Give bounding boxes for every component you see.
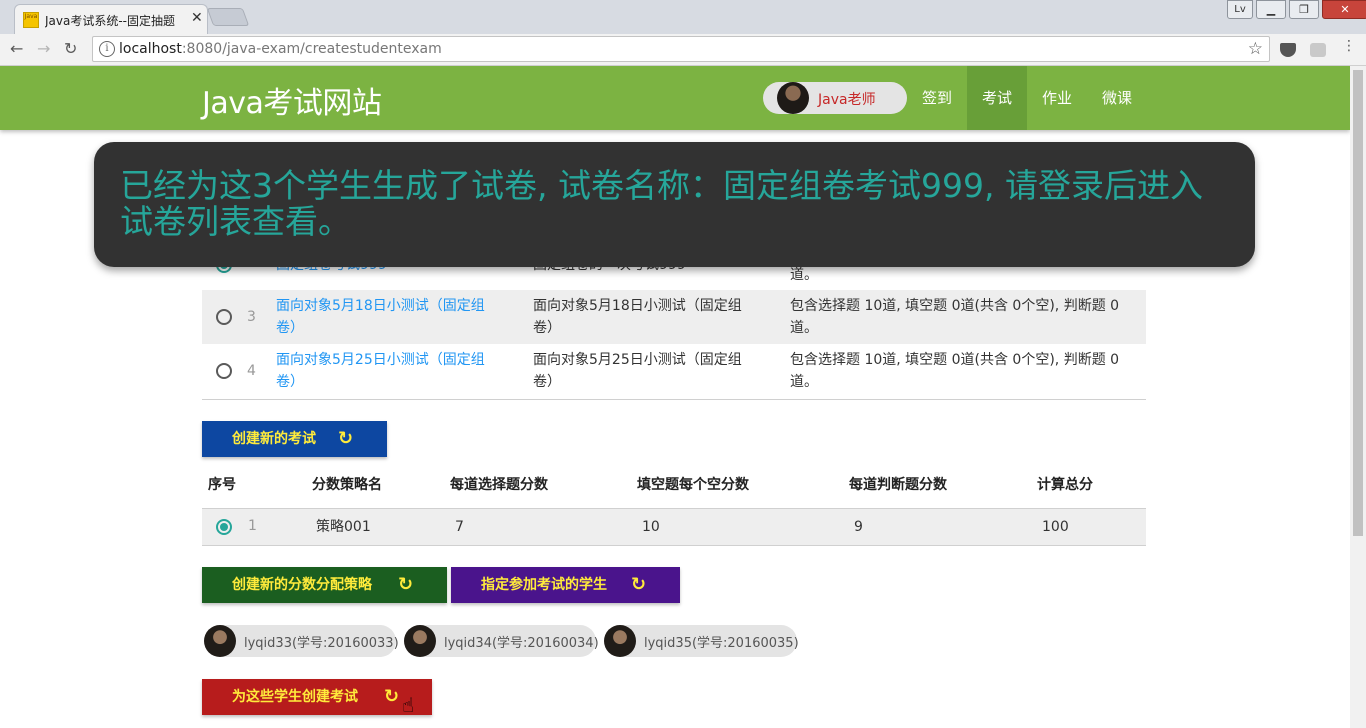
star-icon[interactable]: ☆ — [1248, 39, 1263, 59]
back-icon[interactable]: ← — [10, 39, 23, 58]
address-toolbar: ← → ↻ i localhost:8080/java-exam/creates… — [0, 34, 1366, 66]
avatar — [604, 625, 636, 657]
col-header-total: 计算总分 — [1037, 477, 1093, 493]
col-header-index: 序号 — [208, 477, 236, 493]
url-text[interactable]: localhost:8080/java-exam/createstudentex… — [119, 41, 442, 57]
row-index: 4 — [247, 363, 256, 379]
window-user-button[interactable]: Lv — [1227, 0, 1253, 19]
exam-name-link[interactable]: 面向对象5月18日小测试（固定组 卷） — [276, 295, 485, 339]
page-content: Java考试网站 Java老师 签到 考试 作业 微课 固定组卷考试999 固定… — [0, 66, 1350, 728]
toast-message: 已经为这3个学生生成了试卷, 试卷名称：固定组卷考试999, 请登录后进入试卷列… — [120, 166, 1203, 241]
exam-detail: 包含选择题 10道, 填空题 0道(共含 0个空), 判断题 0 道。 — [790, 298, 1120, 336]
row-index: 1 — [248, 518, 257, 534]
browser-tab[interactable]: Java Java考试系统--固定抽题 ✕ — [14, 4, 208, 34]
site-brand[interactable]: Java考试网站 — [202, 78, 382, 122]
tab-title: Java考试系统--固定抽题 — [45, 14, 176, 28]
menu-icon[interactable]: ⋮ — [1342, 38, 1356, 54]
scrollbar[interactable] — [1350, 66, 1366, 728]
window-controls: Lv ▁ ❐ ✕ — [1224, 0, 1366, 20]
strategy-name: 策略001 — [316, 519, 371, 535]
strategy-radio[interactable] — [216, 519, 232, 535]
exam-detail: 道。 — [790, 267, 818, 283]
site-header: Java考试网站 Java老师 签到 考试 作业 微课 — [0, 66, 1350, 130]
nav-signin[interactable]: 签到 — [907, 66, 967, 130]
nav-homework[interactable]: 作业 — [1027, 66, 1087, 130]
student-label: lyqid33(学号:20160033) — [244, 636, 399, 651]
reload-icon[interactable]: ↻ — [64, 39, 77, 58]
row-index: 3 — [247, 309, 256, 325]
avatar — [404, 625, 436, 657]
create-exam-for-students-button[interactable]: 为这些学生创建考试 ↻ — [202, 679, 432, 715]
refresh-icon: ↻ — [398, 574, 414, 595]
exam-desc: 面向对象5月18日小测试（固定组 卷） — [533, 298, 742, 336]
create-strategy-button[interactable]: 创建新的分数分配策略 ↻ — [202, 567, 447, 603]
extension-icon[interactable] — [1310, 43, 1326, 57]
table-divider — [202, 545, 1146, 546]
choice-score: 7 — [455, 519, 464, 535]
judge-score: 9 — [854, 519, 863, 535]
user-name: Java老师 — [818, 92, 876, 108]
tab-close-icon[interactable]: ✕ — [191, 10, 203, 26]
create-exam-button[interactable]: 创建新的考试 ↻ — [202, 421, 387, 457]
refresh-icon: ↻ — [338, 428, 354, 449]
table-row[interactable]: 4 面向对象5月25日小测试（固定组 卷） 面向对象5月25日小测试（固定组 卷） … — [202, 344, 1146, 398]
student-chip[interactable]: lyqid35(学号:20160035) — [604, 625, 799, 657]
exam-name-link[interactable]: 面向对象5月25日小测试（固定组 卷） — [276, 349, 485, 393]
pocket-icon[interactable] — [1280, 43, 1296, 57]
forward-icon[interactable]: → — [37, 39, 50, 58]
student-label: lyqid35(学号:20160035) — [644, 636, 799, 651]
exam-desc: 面向对象5月25日小测试（固定组 卷） — [533, 352, 742, 390]
total-score: 100 — [1042, 519, 1069, 535]
window-close-icon[interactable]: ✕ — [1322, 0, 1366, 19]
table-row[interactable]: 1 策略001 7 10 9 100 — [202, 509, 1146, 545]
student-chip[interactable]: lyqid33(学号:20160033) — [204, 625, 399, 657]
blank-score: 10 — [642, 519, 660, 535]
java-favicon-icon: Java — [23, 12, 39, 28]
refresh-icon: ↻ — [384, 686, 400, 707]
col-header-blank-score: 填空题每个空分数 — [637, 477, 749, 493]
scrollbar-thumb[interactable] — [1353, 70, 1363, 536]
student-chip[interactable]: lyqid34(学号:20160034) — [404, 625, 599, 657]
refresh-icon: ↻ — [631, 574, 647, 595]
exam-radio[interactable] — [216, 309, 232, 325]
toast-notification: 已经为这3个学生生成了试卷, 试卷名称：固定组卷考试999, 请登录后进入试卷列… — [94, 142, 1255, 267]
maximize-icon[interactable]: ❐ — [1289, 0, 1319, 19]
nav-exam[interactable]: 考试 — [967, 66, 1028, 130]
exam-detail: 包含选择题 10道, 填空题 0道(共含 0个空), 判断题 0 道。 — [790, 352, 1120, 390]
exam-radio[interactable] — [216, 363, 232, 379]
nav-microlesson[interactable]: 微课 — [1087, 66, 1147, 130]
info-icon[interactable]: i — [99, 41, 115, 57]
url-bar[interactable]: i localhost:8080/java-exam/createstudent… — [92, 36, 1270, 62]
table-row[interactable]: 3 面向对象5月18日小测试（固定组 卷） 面向对象5月18日小测试（固定组 卷） … — [202, 290, 1146, 344]
col-header-strategy-name: 分数策略名 — [312, 477, 382, 493]
hand-cursor-icon: ☝ — [402, 693, 415, 717]
avatar — [777, 82, 809, 114]
col-header-choice-score: 每道选择题分数 — [450, 477, 548, 493]
student-label: lyqid34(学号:20160034) — [444, 636, 599, 651]
new-tab-button[interactable] — [206, 8, 250, 26]
table-divider — [202, 399, 1146, 400]
assign-students-button[interactable]: 指定参加考试的学生 ↻ — [451, 567, 680, 603]
avatar — [204, 625, 236, 657]
minimize-icon[interactable]: ▁ — [1256, 0, 1286, 19]
user-chip[interactable]: Java老师 — [763, 82, 907, 114]
browser-tab-strip: Java Java考试系统--固定抽题 ✕ Lv ▁ ❐ ✕ — [0, 0, 1366, 34]
col-header-judge-score: 每道判断题分数 — [849, 477, 947, 493]
